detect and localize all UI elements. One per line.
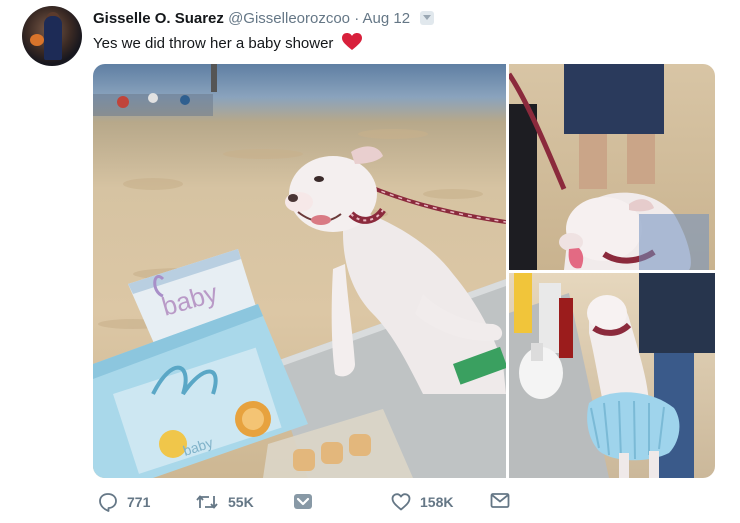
retweet-count: 55K [228,494,254,510]
photo-bottom-right-illustration [509,273,715,478]
reply-icon [99,493,117,512]
avatar-flowers [30,34,44,46]
photo-dog-tongue-out[interactable] [509,64,715,270]
tweet-actions: 771 55K 158K [93,492,523,518]
direct-message-heart-button[interactable] [293,492,313,512]
tweet-body: Yes we did throw her a baby shower [93,35,334,52]
photo-main-illustration: baby baby [93,64,506,478]
author-avatar[interactable] [22,6,82,66]
reply-button[interactable]: 771 [98,492,150,512]
tweet-date[interactable]: Aug 12 [363,10,411,27]
like-button[interactable]: 158K [391,492,453,512]
photo-dog-at-table[interactable]: baby baby [93,64,506,478]
tweet-header: Gisselle O. Suarez @Gisselleorozcoo · Au… [93,10,435,27]
photo-dog-in-tutu[interactable] [509,273,715,478]
avatar-person-body [44,16,62,60]
like-count: 158K [420,494,454,510]
tweet-media-grid: baby baby [93,64,715,478]
chevron-down-icon[interactable] [420,11,435,25]
display-name[interactable]: Gisselle O. Suarez [93,10,224,27]
red-heart-emoji-icon [341,33,362,55]
envelope-icon [490,493,510,508]
retweet-button[interactable]: 55K [195,492,254,512]
message-button[interactable] [490,492,510,510]
photo-top-right-illustration [509,64,709,270]
heart-icon [391,493,411,511]
header-separator: · [354,10,360,27]
shield-heart-icon [294,494,312,509]
tweet-text: Yes we did throw her a baby shower [93,33,362,55]
reply-count: 771 [127,494,151,510]
user-handle[interactable]: @Gisselleorozcoo [228,10,350,27]
retweet-icon [196,495,218,509]
